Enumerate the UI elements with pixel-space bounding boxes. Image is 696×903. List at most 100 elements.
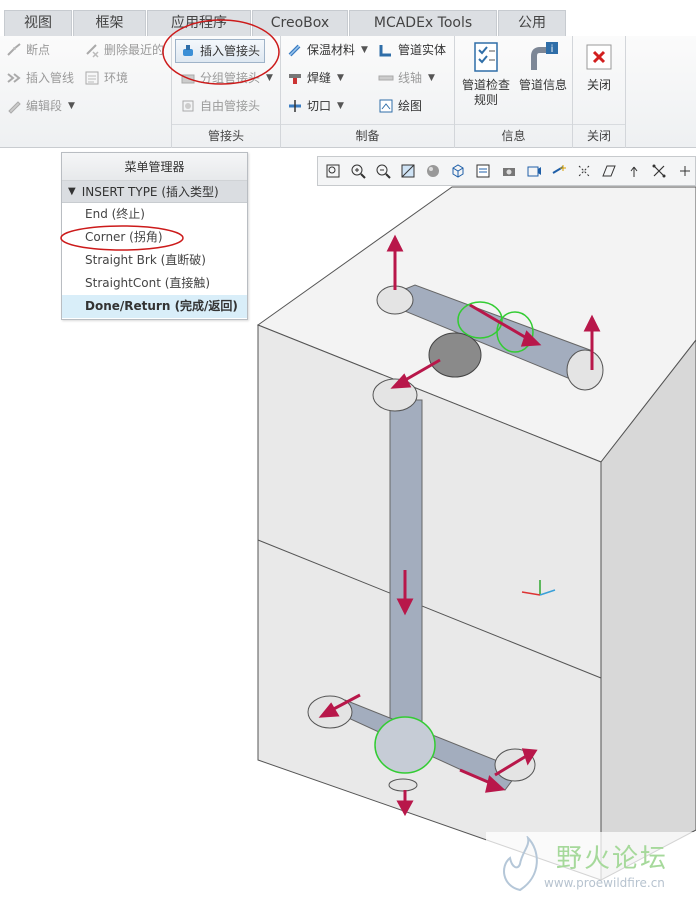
weld-label: 焊缝 <box>307 71 332 85</box>
pipe-check-rules-button[interactable]: 管道检查规则 <box>457 40 515 108</box>
ribbon-tab-bar: 视图 框架 应用程序 CreoBox MCADEx Tools 公用 <box>0 0 696 36</box>
spin-center-icon[interactable] <box>674 160 695 182</box>
camera-icon[interactable] <box>498 160 519 182</box>
tab-frame[interactable]: 框架 <box>73 10 146 36</box>
spool-label: 线轴 <box>398 71 423 85</box>
menu-item-done-return[interactable]: Done/Return (完成/返回) <box>62 295 247 318</box>
chevron-down-icon: ▼ <box>266 73 273 83</box>
forum-watermark: 野火论坛 www.proewildfire.cn <box>486 832 696 900</box>
point-display-icon[interactable] <box>599 160 620 182</box>
pipe-info-label: 管道信息 <box>518 78 567 92</box>
insert-type-label: INSERT TYPE (插入类型) <box>81 184 219 199</box>
tab-view[interactable]: 视图 <box>4 10 72 36</box>
insert-pipeline-button[interactable]: 插入管线 <box>6 67 74 89</box>
chevron-down-icon: ▼ <box>337 101 344 111</box>
group-close-label-text: 关闭 <box>573 124 625 148</box>
chevron-down-icon: ▼ <box>68 101 75 111</box>
edit-segment-label: 编辑段 <box>26 99 63 113</box>
insert-fitting-label: 插入管接头 <box>200 44 261 58</box>
chevron-down-icon: ▼ <box>428 73 435 83</box>
valve-body <box>428 332 482 378</box>
group-fitting-label-text: 管接头 <box>172 124 280 148</box>
pipe-info-icon: i <box>526 40 560 74</box>
menu-item-end[interactable]: End (终止) <box>62 203 247 226</box>
svg-text:i: i <box>551 44 554 55</box>
free-fitting-icon <box>180 98 196 114</box>
zoom-out-icon[interactable] <box>372 160 393 182</box>
refit-icon[interactable] <box>397 160 418 182</box>
environment-button[interactable]: 环境 <box>84 67 128 89</box>
zoom-in-icon[interactable] <box>347 160 368 182</box>
cut-button[interactable]: 切口 ▼ <box>287 95 344 117</box>
group-fitting: 插入管接头 分组管接头 ▼ 自由管接头 管接头 <box>172 36 281 148</box>
pipe-solid-icon <box>378 42 394 58</box>
tab-creobox[interactable]: CreoBox <box>252 10 348 36</box>
group-info: 管道检查规则 i 管道信息 信息 <box>455 36 573 148</box>
axis-display-icon[interactable] <box>573 160 594 182</box>
insulation-button[interactable]: 保温材料 ▼ <box>287 39 368 61</box>
insert-type-section[interactable]: ▼ INSERT TYPE (插入类型) <box>62 181 247 203</box>
annotation-display-icon[interactable] <box>649 160 670 182</box>
menu-item-corner[interactable]: Corner (拐角) <box>62 226 247 249</box>
tab-applications[interactable]: 应用程序 <box>147 10 251 36</box>
group-edit: 断点 删除最近的 插入管线 环境 编辑段 ▼ <box>0 36 172 148</box>
ribbon: 断点 删除最近的 插入管线 环境 编辑段 ▼ 插入管接头 分组管接头 ▼ 自由管… <box>0 36 696 148</box>
environment-icon <box>84 70 100 86</box>
display-style-icon[interactable] <box>523 160 544 182</box>
cut-label: 切口 <box>307 99 332 113</box>
tab-mcadex-tools[interactable]: MCADEx Tools <box>349 10 497 36</box>
bottom-outlet <box>388 778 418 792</box>
group-fitting-button[interactable]: 分组管接头 ▼ <box>180 67 273 89</box>
menu-item-straight-cont[interactable]: StraightCont (直接触) <box>62 272 247 295</box>
shading-icon[interactable] <box>423 160 444 182</box>
menu-item-straight-brk[interactable]: Straight Brk (直断破) <box>62 249 247 272</box>
tab-public[interactable]: 公用 <box>498 10 566 36</box>
chevron-down-icon: ▼ <box>337 73 344 83</box>
spool-button[interactable]: 线轴 ▼ <box>378 67 435 89</box>
menu-manager-title: 菜单管理器 <box>62 153 247 181</box>
close-icon <box>582 40 616 74</box>
pipe-solid-button[interactable]: 管道实体 <box>378 39 446 61</box>
group-close: 关闭 关闭 <box>573 36 626 148</box>
group-fitting-icon <box>180 70 196 86</box>
saved-views-icon[interactable] <box>473 160 494 182</box>
insulation-label: 保温材料 <box>307 43 356 57</box>
group-fabrication: 保温材料 ▼ 管道实体 焊缝 ▼ 线轴 ▼ 切口 ▼ 绘图 制备 <box>281 36 455 148</box>
group-info-label-text: 信息 <box>455 124 572 148</box>
zoom-fit-icon[interactable] <box>322 160 343 182</box>
cube-view-icon[interactable] <box>448 160 469 182</box>
top-left-elbow <box>376 285 414 315</box>
csys-display-icon[interactable] <box>624 160 645 182</box>
watermark-title: 野火论坛 <box>556 844 669 874</box>
view-toolbar <box>317 156 696 186</box>
insulation-icon <box>287 42 303 58</box>
break-point-button[interactable]: 断点 <box>6 39 50 61</box>
close-label: 关闭 <box>586 78 611 92</box>
break-point-icon <box>6 42 22 58</box>
insert-fitting-button[interactable]: 插入管接头 <box>175 39 266 63</box>
close-button[interactable]: 关闭 <box>577 40 621 93</box>
drawing-icon <box>378 98 394 114</box>
group-fabrication-label-text: 制备 <box>281 124 454 148</box>
pipe-info-button[interactable]: i 管道信息 <box>515 40 571 93</box>
triangle-down-icon: ▼ <box>68 185 76 197</box>
delete-recent-button[interactable]: 删除最近的 <box>84 39 164 61</box>
insert-pipeline-icon <box>6 70 22 86</box>
free-fitting-button[interactable]: 自由管接头 <box>180 95 260 117</box>
checklist-icon <box>469 40 503 74</box>
top-right-elbow <box>566 349 604 391</box>
plane-display-icon[interactable] <box>548 160 569 182</box>
cut-icon <box>287 98 303 114</box>
group-fitting-label: 分组管接头 <box>200 71 261 85</box>
weld-button[interactable]: 焊缝 ▼ <box>287 67 344 89</box>
edit-segment-button[interactable]: 编辑段 ▼ <box>6 95 75 117</box>
drawing-button[interactable]: 绘图 <box>378 95 422 117</box>
pipe-solid-label: 管道实体 <box>398 43 447 57</box>
environment-label: 环境 <box>104 71 129 85</box>
break-point-label: 断点 <box>26 43 51 57</box>
highlighted-fitting-bottom <box>374 716 436 774</box>
flame-logo-icon <box>503 836 538 892</box>
watermark-url: www.proewildfire.cn <box>544 876 665 890</box>
insert-pipeline-label: 插入管线 <box>26 71 75 85</box>
weld-icon <box>287 70 303 86</box>
